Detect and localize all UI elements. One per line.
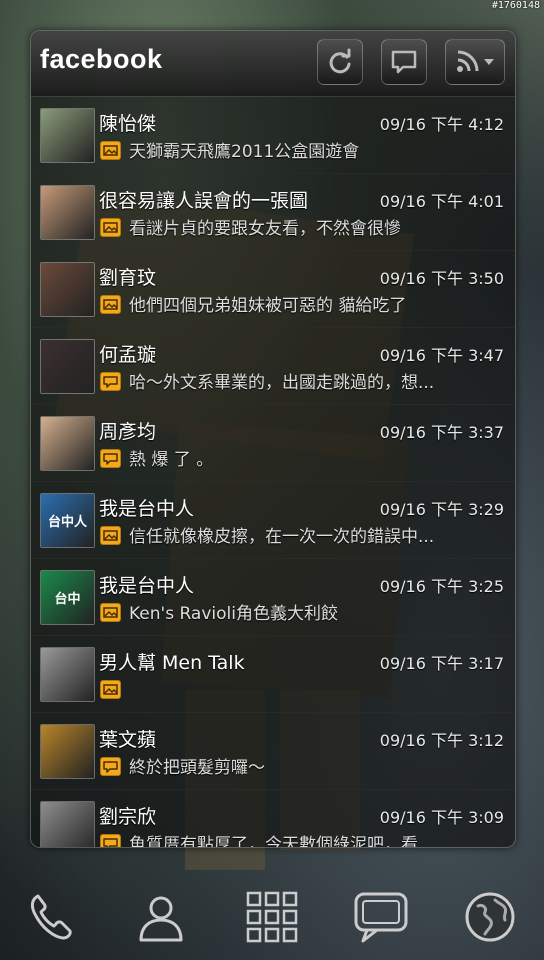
feed-item-timestamp: 09/16 下午 3:09 <box>379 808 504 827</box>
refresh-button[interactable] <box>317 39 363 85</box>
feed-item[interactable]: 葉文蘋 09/16 下午 3:12 終於把頭髮剪囉～ <box>31 712 515 790</box>
feed-item[interactable]: 劉育玟 09/16 下午 3:50 他們四個兄弟姐妹被可惡的 貓給吃了 <box>31 250 515 328</box>
feed-item[interactable]: 很容易讓人誤會的一張圖 09/16 下午 4:01 看謎片貞的要跟女友看，不然會很慘 <box>31 173 515 251</box>
avatar-image <box>41 802 94 847</box>
avatar[interactable] <box>40 647 95 702</box>
facebook-logo[interactable]: facebook <box>40 44 163 75</box>
feed-item-author[interactable]: 陳怡傑 <box>99 109 156 136</box>
facebook-widget[interactable]: facebook 陳怡傑 09/16 下午 4:12 天獅霸天飛鷹2011公盒園… <box>30 30 516 848</box>
photo-icon <box>100 218 121 237</box>
feed-item[interactable]: 台中 我是台中人 09/16 下午 3:25 Ken's Ravioli角色義大利餃 <box>31 558 515 636</box>
photo-icon <box>100 680 121 699</box>
feed-item-author[interactable]: 男人幫 Men Talk <box>99 648 245 675</box>
corner-tag: #1760148 <box>491 0 540 11</box>
feed-item-timestamp: 09/16 下午 3:37 <box>379 423 504 442</box>
avatar-image <box>41 417 94 470</box>
avatar-image <box>41 648 94 701</box>
avatar[interactable] <box>40 724 95 779</box>
feed-item-author[interactable]: 我是台中人 <box>99 571 194 598</box>
phone-button[interactable] <box>22 890 80 948</box>
avatar-text: 台中 <box>54 592 81 607</box>
feed-item-timestamp: 09/16 下午 4:12 <box>379 115 504 134</box>
grid-icon <box>245 890 299 948</box>
feed-item-timestamp: 09/16 下午 3:29 <box>379 500 504 519</box>
feed-item-author[interactable]: 葉文蘋 <box>99 725 156 752</box>
feed-item[interactable]: 台中人 我是台中人 09/16 下午 3:29 信任就像橡皮擦，在一次一次的錯誤中..… <box>31 481 515 559</box>
avatar[interactable] <box>40 801 95 847</box>
feed-item-timestamp: 09/16 下午 3:12 <box>379 731 504 750</box>
avatar[interactable] <box>40 108 95 163</box>
avatar-image <box>41 340 94 393</box>
feed-item-message: 他們四個兄弟姐妹被可惡的 貓給吃了 <box>129 296 407 316</box>
avatar[interactable]: 台中 <box>40 570 95 625</box>
feed-item[interactable]: 男人幫 Men Talk 09/16 下午 3:17 <box>31 635 515 713</box>
contacts-button[interactable] <box>132 890 190 948</box>
feed-item-message: 信任就像橡皮擦，在一次一次的錯誤中... <box>129 527 435 547</box>
avatar-image <box>41 263 94 316</box>
avatar[interactable]: 台中人 <box>40 493 95 548</box>
widget-header: facebook <box>31 31 515 96</box>
avatar-image <box>41 725 94 778</box>
person-icon <box>134 890 188 948</box>
status-icon <box>100 757 121 776</box>
feed-item-author[interactable]: 何孟璇 <box>99 340 156 367</box>
avatar-image <box>41 186 94 239</box>
feed-item[interactable]: 劉宗欣 09/16 下午 3:09 魚質厝有點厚了，今天數個綠泥吧，看 <box>31 789 515 848</box>
feed-item[interactable]: 陳怡傑 09/16 下午 4:12 天獅霸天飛鷹2011公盒園遊會 <box>31 96 515 174</box>
feed-item-message: 哈～外文系畢業的，出國走跳過的，想... <box>129 373 435 393</box>
avatar[interactable] <box>40 262 95 317</box>
speech-bubble-icon <box>390 49 418 75</box>
feed-item-message: 天獅霸天飛鷹2011公盒園遊會 <box>129 142 360 162</box>
feed-item-message: 看謎片貞的要跟女友看，不然會很慘 <box>129 219 401 239</box>
status-icon <box>100 449 121 468</box>
feed-item-timestamp: 09/16 下午 3:17 <box>379 654 504 673</box>
messaging-button[interactable] <box>352 890 410 948</box>
app-drawer-button[interactable] <box>243 890 301 948</box>
avatar-text: 台中人 <box>47 515 87 530</box>
photo-icon <box>100 526 121 545</box>
feed-item[interactable]: 周彥均 09/16 下午 3:37 熱 爆 了 。 <box>31 404 515 482</box>
rss-dropdown-icon <box>454 49 496 75</box>
avatar[interactable] <box>40 416 95 471</box>
globe-icon <box>463 890 517 948</box>
feed-item-timestamp: 09/16 下午 3:50 <box>379 269 504 288</box>
feed-item-author[interactable]: 我是台中人 <box>99 494 194 521</box>
feed-item[interactable]: 何孟璇 09/16 下午 3:47 哈～外文系畢業的，出國走跳過的，想... <box>31 327 515 405</box>
feed-item-timestamp: 09/16 下午 4:01 <box>379 192 504 211</box>
avatar-image: 台中人 <box>41 494 94 547</box>
browser-button[interactable] <box>461 890 519 948</box>
feed-item-author[interactable]: 很容易讓人誤會的一張圖 <box>99 186 308 213</box>
feed-item-author[interactable]: 劉育玟 <box>99 263 156 290</box>
photo-icon <box>100 603 121 622</box>
feed-item-message: Ken's Ravioli角色義大利餃 <box>129 604 338 624</box>
phone-icon <box>24 890 78 948</box>
status-icon <box>100 834 121 847</box>
avatar-image: 台中 <box>41 571 94 624</box>
feed-item-author[interactable]: 周彥均 <box>99 417 156 444</box>
avatar-image <box>41 109 94 162</box>
feed-item-message: 熱 爆 了 。 <box>129 450 214 470</box>
feed-item-timestamp: 09/16 下午 3:47 <box>379 346 504 365</box>
avatar[interactable] <box>40 339 95 394</box>
compose-button[interactable] <box>381 39 427 85</box>
feed-item-author[interactable]: 劉宗欣 <box>99 802 156 829</box>
refresh-icon <box>326 48 354 76</box>
feed-item-message: 終於把頭髮剪囉～ <box>129 758 265 778</box>
feed-item-message: 魚質厝有點厚了，今天數個綠泥吧，看 <box>129 835 418 848</box>
photo-icon <box>100 141 121 160</box>
avatar[interactable] <box>40 185 95 240</box>
feed-menu-button[interactable] <box>445 39 505 85</box>
status-icon <box>100 372 121 391</box>
photo-icon <box>100 295 121 314</box>
chat-icon <box>353 890 409 948</box>
home-dock <box>0 880 544 960</box>
feed-item-timestamp: 09/16 下午 3:25 <box>379 577 504 596</box>
